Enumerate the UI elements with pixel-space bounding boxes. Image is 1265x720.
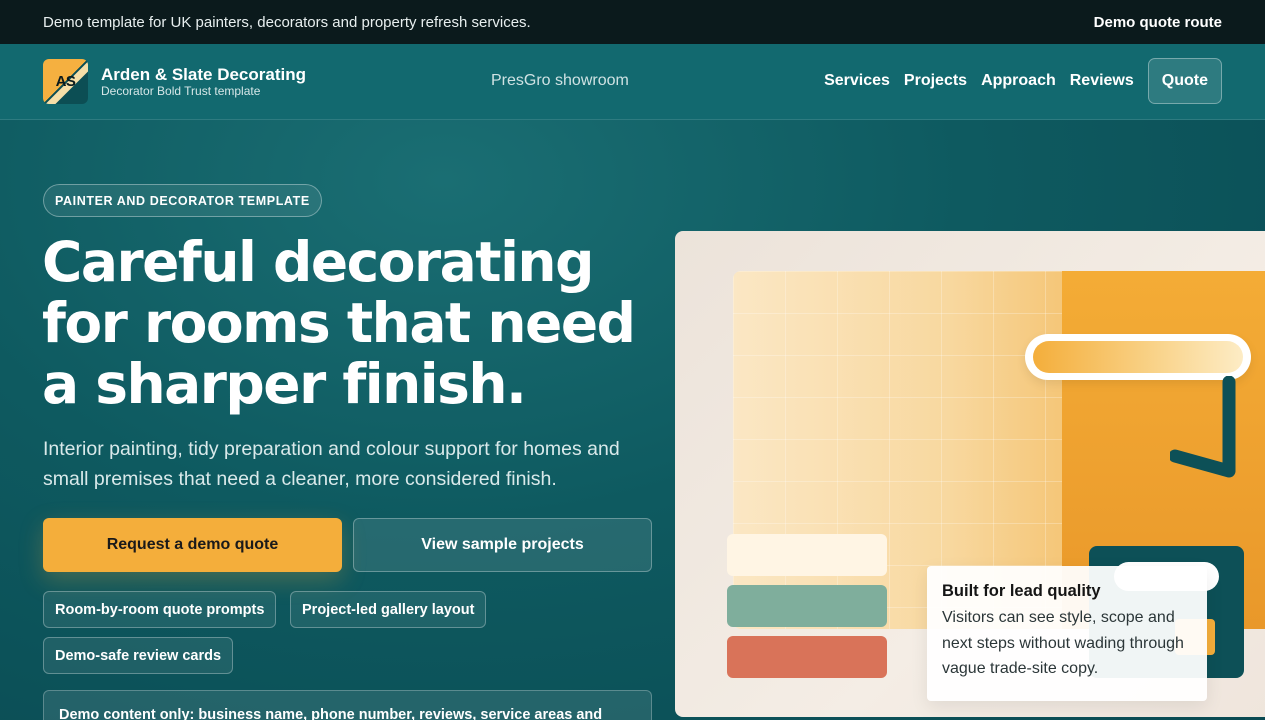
announcement-text: Demo template for UK painters, decorator… — [43, 13, 531, 31]
nav-approach[interactable]: Approach — [981, 72, 1056, 90]
feature-chip-review-cards: Demo-safe review cards — [43, 637, 234, 674]
colour-swatch-cream — [727, 534, 887, 576]
nav-services[interactable]: Services — [824, 72, 890, 90]
lead-quality-callout: Built for lead quality Visitors can see … — [927, 566, 1207, 701]
logo-initials: AS — [55, 73, 76, 90]
brand-subtitle: Decorator Bold Trust template — [101, 84, 261, 98]
nav-projects[interactable]: Projects — [904, 72, 967, 90]
site-header: AS Arden & Slate Decorating Decorator Bo… — [0, 44, 1265, 120]
demo-quote-route-link[interactable]: Demo quote route — [1094, 14, 1222, 31]
brand-name: Arden & Slate Decorating — [101, 65, 306, 84]
callout-title: Built for lead quality — [942, 582, 1101, 600]
colour-swatch-sage — [727, 585, 887, 627]
feature-chip-quote-prompts: Room-by-room quote prompts — [43, 591, 277, 628]
feature-chip-gallery-layout: Project-led gallery layout — [290, 591, 487, 628]
showroom-label: PresGro showroom — [491, 72, 629, 89]
announcement-bar: Demo template for UK painters, decorator… — [0, 0, 1265, 44]
request-demo-quote-button[interactable]: Request a demo quote — [43, 518, 342, 572]
brand[interactable]: AS Arden & Slate Decorating Decorator Bo… — [43, 59, 463, 104]
paint-roller-icon — [1025, 334, 1251, 380]
brand-logo: AS — [43, 59, 88, 104]
colour-swatch-terracotta — [727, 636, 887, 678]
hero-illustration: Built for lead quality Visitors can see … — [675, 231, 1265, 717]
main-nav: Services Projects Approach Reviews Quote — [824, 58, 1222, 104]
hero-lede: Interior painting, tidy preparation and … — [43, 438, 620, 490]
view-sample-projects-button[interactable]: View sample projects — [353, 518, 652, 572]
hero-headline: Careful decorating for rooms that need a… — [42, 230, 636, 416]
nav-quote-button[interactable]: Quote — [1147, 58, 1222, 104]
nav-reviews[interactable]: Reviews — [1070, 72, 1134, 90]
demo-disclaimer: Demo content only: business name, phone … — [43, 690, 652, 720]
roller-handle-icon — [1170, 376, 1236, 478]
hero-eyebrow: PAINTER AND DECORATOR TEMPLATE — [43, 184, 322, 217]
callout-body: Visitors can see style, scope and next s… — [942, 609, 1184, 677]
